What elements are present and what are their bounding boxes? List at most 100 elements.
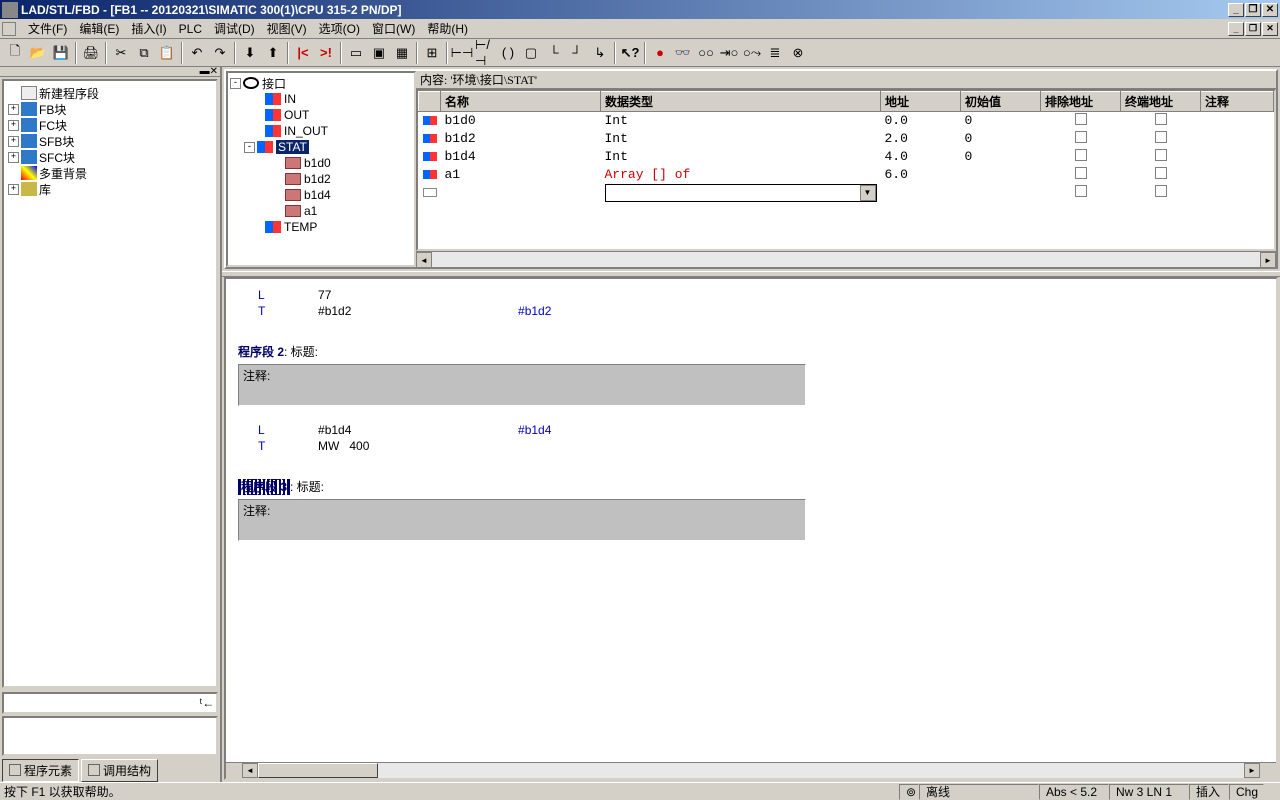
dtree-inout[interactable]: IN_OUT — [228, 123, 414, 139]
th-term[interactable]: 终端地址 — [1121, 92, 1201, 112]
maximize-button[interactable]: ❐ — [1245, 3, 1261, 17]
type-combo[interactable]: ▼ — [605, 184, 877, 202]
cell-init[interactable]: 0 — [961, 130, 1041, 148]
box-icon[interactable]: ▢ — [520, 42, 542, 64]
paste-icon[interactable]: 📋 — [156, 42, 178, 64]
expand-icon[interactable]: + — [8, 120, 19, 131]
panel-close-icon[interactable]: ✕ — [210, 66, 218, 77]
network-title[interactable]: 程序段 2: 标题: — [238, 343, 1264, 360]
block-icon[interactable]: ▣ — [368, 42, 390, 64]
cell-type[interactable]: ▼ — [601, 184, 881, 202]
cell-init[interactable]: 0 — [961, 148, 1041, 166]
checkbox-icon[interactable] — [1155, 131, 1167, 143]
open-icon[interactable]: 📂 — [27, 42, 49, 64]
checkbox-icon[interactable] — [1155, 185, 1167, 197]
dtree-var[interactable]: b1d0 — [228, 155, 414, 171]
contact-neg-icon[interactable]: ⊢/⊣ — [474, 42, 496, 64]
th-name[interactable]: 名称 — [441, 92, 601, 112]
dtree-out[interactable]: OUT — [228, 107, 414, 123]
cell-comment[interactable] — [1201, 112, 1274, 130]
cell-comment[interactable] — [1201, 184, 1274, 202]
menu-plc[interactable]: PLC — [173, 20, 208, 38]
tree-item-fc[interactable]: +FC块 — [4, 117, 216, 133]
search-input[interactable] — [4, 694, 198, 712]
tree-item-lib[interactable]: +库 — [4, 181, 216, 197]
expand-icon[interactable]: + — [8, 184, 19, 195]
interface-tree[interactable]: -接口 IN OUT IN_OUT -STAT b1d0 b1d2 b1d4 a… — [226, 71, 416, 267]
tree-item-multi[interactable]: 多重背景 — [4, 165, 216, 181]
cell-type[interactable]: Array [] of — [601, 166, 881, 184]
editor-hscroll[interactable]: ◄ ► — [226, 762, 1276, 778]
checkbox-icon[interactable] — [1075, 185, 1087, 197]
menu-options[interactable]: 选项(O) — [313, 18, 366, 39]
menu-window[interactable]: 窗口(W) — [366, 18, 421, 39]
cell-excl[interactable] — [1041, 166, 1121, 184]
cell-init[interactable] — [961, 166, 1041, 184]
cell-name[interactable]: b1d0 — [441, 112, 601, 130]
undo-icon[interactable]: ↶ — [186, 42, 208, 64]
cell-term[interactable] — [1121, 148, 1201, 166]
th-comment[interactable]: 注释 — [1201, 92, 1274, 112]
project-tree[interactable]: 新建程序段 +FB块 +FC块 +SFB块 +SFC块 多重背景 +库 — [2, 79, 218, 688]
dtree-var[interactable]: b1d4 — [228, 187, 414, 203]
checkbox-icon[interactable] — [1075, 149, 1087, 161]
cell-addr[interactable]: 2.0 — [881, 130, 961, 148]
scroll-left-icon[interactable]: ◄ — [416, 252, 432, 268]
close-button[interactable]: ✕ — [1262, 3, 1278, 17]
tab-elements[interactable]: 程序元素 — [2, 759, 79, 782]
declaration-grid[interactable]: 名称 数据类型 地址 初始值 排除地址 终端地址 注释 b1d0Int0.00b… — [416, 89, 1276, 251]
menu-file[interactable]: 文件(F) — [22, 18, 73, 39]
cell-comment[interactable] — [1201, 148, 1274, 166]
chevron-down-icon[interactable]: ▼ — [860, 185, 876, 201]
copy-icon[interactable]: ⧉ — [133, 42, 155, 64]
menu-view[interactable]: 视图(V) — [261, 18, 313, 39]
mdi-close-button[interactable]: ✕ — [1262, 22, 1278, 36]
dtree-var[interactable]: a1 — [228, 203, 414, 219]
cell-excl[interactable] — [1041, 112, 1121, 130]
dtree-stat[interactable]: -STAT — [228, 139, 414, 155]
cell-type[interactable]: Int — [601, 112, 881, 130]
monitor-icon[interactable]: ● — [649, 42, 671, 64]
help-pointer-icon[interactable]: ↖? — [619, 42, 641, 64]
branch-open-icon[interactable]: └ — [543, 42, 565, 64]
checkbox-icon[interactable] — [1155, 149, 1167, 161]
scroll-track[interactable] — [258, 763, 1244, 778]
table-row-new[interactable]: ▼ — [419, 184, 1274, 202]
checkbox-icon[interactable] — [1155, 167, 1167, 179]
dtree-temp[interactable]: TEMP — [228, 219, 414, 235]
tab-call-structure[interactable]: 调用结构 — [81, 759, 158, 782]
cell-term[interactable] — [1121, 130, 1201, 148]
th-init[interactable]: 初始值 — [961, 92, 1041, 112]
bp-next-icon[interactable]: ⇥○ — [718, 42, 740, 64]
coil-icon[interactable]: ( ) — [497, 42, 519, 64]
grid-hscroll[interactable]: ◄ ► — [416, 251, 1276, 267]
mdi-minimize-button[interactable]: _ — [1228, 22, 1244, 36]
tool-icon[interactable]: >! — [315, 42, 337, 64]
cell-name[interactable] — [441, 184, 601, 202]
scroll-right-icon[interactable]: ► — [1260, 252, 1276, 268]
cell-type[interactable]: Int — [601, 130, 881, 148]
dtree-var[interactable]: b1d2 — [228, 171, 414, 187]
minimize-button[interactable]: _ — [1228, 3, 1244, 17]
cell-excl[interactable] — [1041, 130, 1121, 148]
table-row[interactable]: b1d4Int4.00 — [419, 148, 1274, 166]
network-icon[interactable]: ⊞ — [421, 42, 443, 64]
search-box[interactable]: ᵗ← — [2, 692, 218, 714]
cell-excl[interactable] — [1041, 148, 1121, 166]
expand-icon[interactable]: + — [8, 136, 19, 147]
table-row[interactable]: b1d2Int2.00 — [419, 130, 1274, 148]
cell-addr[interactable]: 6.0 — [881, 166, 961, 184]
redo-icon[interactable]: ↷ — [209, 42, 231, 64]
module-icon[interactable]: ▦ — [391, 42, 413, 64]
cell-name[interactable]: b1d2 — [441, 130, 601, 148]
cell-addr[interactable]: 4.0 — [881, 148, 961, 166]
cell-addr[interactable] — [881, 184, 961, 202]
th-type[interactable]: 数据类型 — [601, 92, 881, 112]
expand-icon[interactable]: + — [8, 104, 19, 115]
comment-box[interactable]: 注释: — [238, 364, 806, 406]
menu-insert[interactable]: 插入(I) — [125, 18, 172, 39]
checkbox-icon[interactable] — [1075, 131, 1087, 143]
scroll-left-icon[interactable]: ◄ — [242, 763, 258, 778]
checkbox-icon[interactable] — [1075, 113, 1087, 125]
dtree-root[interactable]: -接口 — [228, 75, 414, 91]
